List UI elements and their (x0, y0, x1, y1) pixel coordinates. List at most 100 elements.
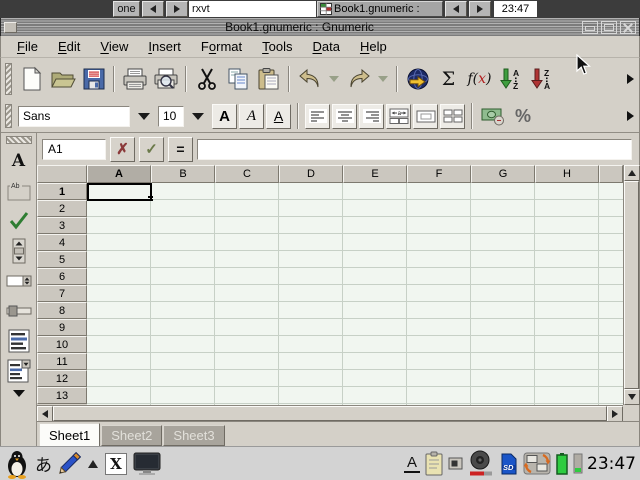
font-size-dropdown[interactable] (192, 113, 204, 120)
undo-button[interactable] (294, 61, 325, 97)
column-header-a[interactable]: A (87, 165, 151, 183)
battery-main-icon[interactable] (555, 452, 569, 475)
row-header-7[interactable]: 7 (37, 285, 87, 302)
battery-backup-icon[interactable] (573, 453, 583, 474)
menu-view[interactable]: View (90, 36, 138, 57)
insert-combo-button[interactable] (5, 358, 33, 384)
linux-menu-icon[interactable] (4, 449, 30, 479)
font-applet[interactable]: A (404, 454, 420, 473)
column-header-h[interactable]: H (535, 165, 599, 183)
column-header-f[interactable]: F (407, 165, 471, 183)
card-sync-applet-icon[interactable] (523, 451, 551, 476)
close-button[interactable] (620, 21, 636, 34)
accept-edit-button[interactable]: ✓ (139, 137, 164, 162)
insert-spinbutton-button[interactable] (5, 268, 33, 294)
sort-ascending-button[interactable]: A Z (495, 61, 526, 97)
row-header-4[interactable]: 4 (37, 234, 87, 251)
scroll-left-button[interactable] (37, 406, 53, 422)
align-right-button[interactable] (359, 104, 384, 129)
window-tab-rxvt[interactable]: rxvt (189, 1, 316, 17)
x11-applet[interactable]: X (105, 453, 127, 475)
redo-dropdown[interactable] (378, 76, 388, 82)
row-header-3[interactable]: 3 (37, 217, 87, 234)
hyperlink-button[interactable] (402, 61, 433, 97)
format-money-button[interactable] (479, 102, 507, 130)
center-across-button[interactable]: a (386, 104, 411, 129)
toolbar-overflow-arrow[interactable] (627, 74, 634, 84)
menu-data[interactable]: Data (303, 36, 350, 57)
sheet-tab-sheet2[interactable]: Sheet2 (101, 425, 162, 446)
row-header-9[interactable]: 9 (37, 319, 87, 336)
row-header-5[interactable]: 5 (37, 251, 87, 268)
menu-tools[interactable]: Tools (252, 36, 302, 57)
font-name-combo[interactable]: Sans (18, 106, 130, 127)
card-applet-icon[interactable] (448, 456, 463, 471)
scroll-down-button[interactable] (624, 389, 640, 405)
font-name-dropdown[interactable] (138, 113, 150, 120)
insert-frame-button[interactable]: Ab (5, 178, 33, 204)
align-left-button[interactable] (305, 104, 330, 129)
volume-applet-icon[interactable] (467, 450, 495, 477)
toolbar-overflow-arrow[interactable] (627, 111, 634, 121)
menu-file[interactable]: File (7, 36, 48, 57)
sheet-tab-sheet3[interactable]: Sheet3 (163, 425, 224, 446)
tray-expand-icon[interactable] (88, 460, 98, 468)
row-header-8[interactable]: 8 (37, 302, 87, 319)
object-toolbar-overflow-arrow[interactable] (13, 390, 25, 397)
cancel-edit-button[interactable]: ✗ (110, 137, 135, 162)
toolbar-drag-handle[interactable] (6, 136, 32, 144)
cells-area[interactable] (87, 183, 623, 405)
horizontal-scrollbar[interactable] (37, 405, 623, 421)
vertical-scrollbar[interactable] (623, 165, 639, 405)
clipboard-applet-icon[interactable] (424, 451, 444, 477)
format-percent-button[interactable]: % (509, 102, 537, 130)
row-header-6[interactable]: 6 (37, 268, 87, 285)
scroll-right-button[interactable] (607, 406, 623, 422)
redo-button[interactable] (343, 61, 374, 97)
column-header-g[interactable]: G (471, 165, 535, 183)
menu-insert[interactable]: Insert (138, 36, 191, 57)
cell-name-box[interactable]: A1 (42, 139, 106, 160)
italic-button[interactable]: A (239, 104, 264, 129)
menu-format[interactable]: Format (191, 36, 252, 57)
copy-button[interactable] (222, 61, 253, 97)
row-header-10[interactable]: 10 (37, 336, 87, 353)
insert-list-button[interactable] (5, 328, 33, 354)
row-header-11[interactable]: 11 (37, 353, 87, 370)
column-header-d[interactable]: D (279, 165, 343, 183)
workspace-prev-button[interactable] (142, 1, 164, 17)
column-header-b[interactable]: B (151, 165, 215, 183)
paste-button[interactable] (253, 61, 284, 97)
workspace-next-button[interactable] (166, 1, 188, 17)
row-header-12[interactable]: 12 (37, 370, 87, 387)
print-preview-button[interactable] (150, 61, 181, 97)
row-header-1[interactable]: 1 (37, 183, 87, 200)
row-header-2[interactable]: 2 (37, 200, 87, 217)
fill-handle[interactable] (148, 196, 150, 198)
underline-button[interactable]: A (266, 104, 291, 129)
new-button[interactable] (16, 61, 47, 97)
insert-checkbox-button[interactable] (5, 208, 33, 234)
split-cells-button[interactable] (440, 104, 465, 129)
formula-entry[interactable] (197, 139, 632, 160)
active-cell-selection[interactable] (87, 183, 152, 201)
save-button[interactable] (78, 61, 109, 97)
scroll-up-button[interactable] (624, 165, 640, 181)
column-header-c[interactable]: C (215, 165, 279, 183)
toolbar-drag-handle[interactable] (5, 104, 12, 128)
font-size-combo[interactable]: 10 (158, 106, 184, 127)
window-prev-button[interactable] (445, 1, 467, 17)
window-tab-gnumeric[interactable]: Book1.gnumeric : (317, 1, 443, 17)
window-menu-icon[interactable] (4, 22, 17, 33)
bold-button[interactable]: A (212, 104, 237, 129)
sort-descending-button[interactable]: Z A (526, 61, 557, 97)
window-titlebar[interactable]: Book1.gnumeric : Gnumeric (0, 18, 640, 36)
sum-button[interactable]: Σ (433, 61, 464, 97)
undo-dropdown[interactable] (329, 76, 339, 82)
print-button[interactable] (119, 61, 150, 97)
pencil-tool-icon[interactable] (57, 451, 81, 477)
insert-label-button[interactable]: A (5, 148, 33, 174)
merge-cells-button[interactable] (413, 104, 438, 129)
insert-scrollbar-button[interactable] (5, 238, 33, 264)
cut-button[interactable] (191, 61, 222, 97)
